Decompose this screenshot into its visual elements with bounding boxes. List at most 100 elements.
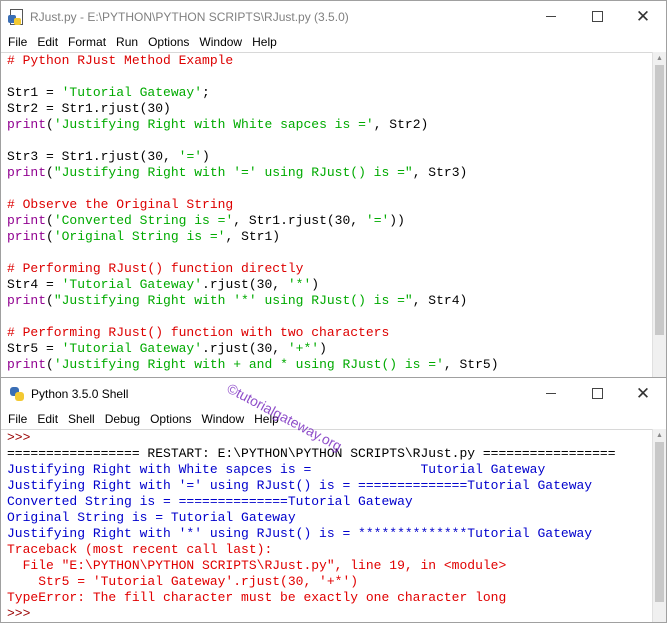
code-token: Str2 = Str1.rjust(30) — [7, 101, 171, 116]
code-line: # Python RJust Method Example — [7, 53, 653, 69]
code-token: 'Justifying Right with + and * using RJu… — [53, 357, 444, 372]
code-token: , Str3) — [412, 165, 468, 180]
code-token: Justifying Right with '*' using RJust() … — [7, 526, 593, 541]
code-token: , Str4) — [412, 293, 468, 308]
code-token: , Str1.rjust(30, — [233, 213, 366, 228]
code-token: ; — [202, 85, 210, 100]
code-token: # Performing RJust() function directly — [7, 261, 304, 276]
code-token: # Python RJust Method Example — [7, 53, 234, 68]
code-line: # Observe the Original String — [7, 197, 653, 213]
menu-options[interactable]: Options — [143, 35, 194, 49]
editor-titlebar[interactable]: RJust.py - E:\PYTHON\PYTHON SCRIPTS\RJus… — [1, 1, 666, 32]
code-line: Traceback (most recent call last): — [7, 542, 653, 558]
code-token: ( — [46, 229, 54, 244]
menu-window[interactable]: Window — [194, 35, 247, 49]
code-line: Str4 = 'Tutorial Gateway'.rjust(30, '*') — [7, 277, 653, 293]
code-line: Justifying Right with White sapces is = … — [7, 462, 653, 478]
code-editor[interactable]: # Python RJust Method Example Str1 = 'Tut… — [1, 52, 653, 377]
code-token: , Str2) — [373, 117, 429, 132]
shell-titlebar[interactable]: Python 3.5.0 Shell ✕ — [1, 378, 666, 409]
shell-menubar: File Edit Shell Debug Options Window Hel… — [1, 409, 666, 429]
code-token: '=' — [365, 213, 390, 228]
maximize-button[interactable] — [574, 378, 620, 409]
code-token: Str1 = — [7, 85, 62, 100]
code-token: '=' — [178, 149, 203, 164]
code-token: >>> — [7, 606, 39, 621]
code-line: # Performing RJust() function directly — [7, 261, 653, 277]
close-button[interactable]: ✕ — [620, 1, 666, 32]
code-token: Original String is = Tutorial Gateway — [7, 510, 296, 525]
menu-window[interactable]: Window — [196, 412, 249, 426]
code-token: .rjust(30, — [202, 277, 288, 292]
menu-help[interactable]: Help — [247, 35, 282, 49]
code-line: Str1 = 'Tutorial Gateway'; — [7, 85, 653, 101]
code-token: 'Tutorial Gateway' — [61, 85, 203, 100]
python-icon — [9, 386, 25, 402]
code-token: # Observe the Original String — [7, 197, 234, 212]
code-token: 'Original String is =' — [53, 229, 226, 244]
code-line: Justifying Right with '=' using RJust() … — [7, 478, 653, 494]
code-line: print('Converted String is =', Str1.rjus… — [7, 213, 653, 229]
code-token: ) — [311, 277, 320, 292]
menu-edit[interactable]: Edit — [32, 412, 63, 426]
menu-edit[interactable]: Edit — [32, 35, 63, 49]
code-line: TypeError: The fill character must be ex… — [7, 590, 653, 606]
code-line: Str5 = 'Tutorial Gateway'.rjust(30, '+*'… — [7, 574, 653, 590]
code-token: print — [7, 293, 47, 308]
code-token: 'Justifying Right with White sapces is =… — [53, 117, 374, 132]
code-token: ) — [202, 149, 210, 164]
code-token: File "E:\PYTHON\PYTHON SCRIPTS\RJust.py"… — [7, 558, 507, 573]
code-token: ( — [46, 357, 54, 372]
menu-options[interactable]: Options — [145, 412, 196, 426]
menu-shell[interactable]: Shell — [63, 412, 100, 426]
shell-output[interactable]: >>> ================= RESTART: E:\PYTHON… — [1, 429, 653, 622]
code-token: print — [7, 117, 47, 132]
menu-file[interactable]: File — [3, 35, 32, 49]
code-token: Str3 = Str1.rjust(30, — [7, 149, 179, 164]
code-token: "Justifying Right with '*' using RJust()… — [53, 293, 413, 308]
editor-scrollbar[interactable]: ▲ — [652, 52, 666, 377]
code-token: print — [7, 229, 47, 244]
code-line: print('Justifying Right with + and * usi… — [7, 357, 653, 373]
code-token: Justifying Right with '=' using RJust() … — [7, 478, 593, 493]
code-token: .rjust(30, — [202, 341, 288, 356]
code-token: Str4 = — [7, 277, 62, 292]
code-token: Str5 = — [7, 341, 62, 356]
code-token: Str5 = 'Tutorial Gateway'.rjust(30, '+*'… — [7, 574, 359, 589]
close-button[interactable]: ✕ — [620, 378, 666, 409]
code-token: "Justifying Right with '=' using RJust()… — [53, 165, 413, 180]
minimize-button[interactable] — [528, 378, 574, 409]
menu-run[interactable]: Run — [111, 35, 143, 49]
code-token: ( — [46, 165, 54, 180]
scroll-thumb[interactable] — [655, 442, 664, 602]
code-token: Justifying Right with White sapces is = … — [7, 462, 546, 477]
code-token: 'Converted String is =' — [53, 213, 234, 228]
scroll-up-icon[interactable]: ▲ — [653, 52, 666, 65]
code-token: Traceback (most recent call last): — [7, 542, 273, 557]
code-line: print('Original String is =', Str1) — [7, 229, 653, 245]
menu-debug[interactable]: Debug — [100, 412, 145, 426]
maximize-button[interactable] — [574, 1, 620, 32]
code-line: Str5 = 'Tutorial Gateway'.rjust(30, '+*'… — [7, 341, 653, 357]
code-line: Str2 = Str1.rjust(30) — [7, 101, 653, 117]
code-line: Converted String is = ==============Tuto… — [7, 494, 653, 510]
scroll-up-icon[interactable]: ▲ — [653, 429, 666, 442]
menu-format[interactable]: Format — [63, 35, 111, 49]
scroll-thumb[interactable] — [655, 65, 664, 335]
minimize-button[interactable] — [528, 1, 574, 32]
code-token: >>> — [7, 430, 39, 445]
code-token: ( — [46, 117, 54, 132]
code-token: '*' — [287, 277, 312, 292]
code-token: ================= RESTART: E:\PYTHON\PYT… — [7, 446, 616, 461]
shell-scrollbar[interactable]: ▲ — [652, 429, 666, 622]
shell-title: Python 3.5.0 Shell — [31, 386, 129, 401]
menu-file[interactable]: File — [3, 412, 32, 426]
code-line: print('Justifying Right with White sapce… — [7, 117, 653, 133]
idle-file-icon — [8, 8, 24, 26]
code-token: ( — [46, 213, 54, 228]
